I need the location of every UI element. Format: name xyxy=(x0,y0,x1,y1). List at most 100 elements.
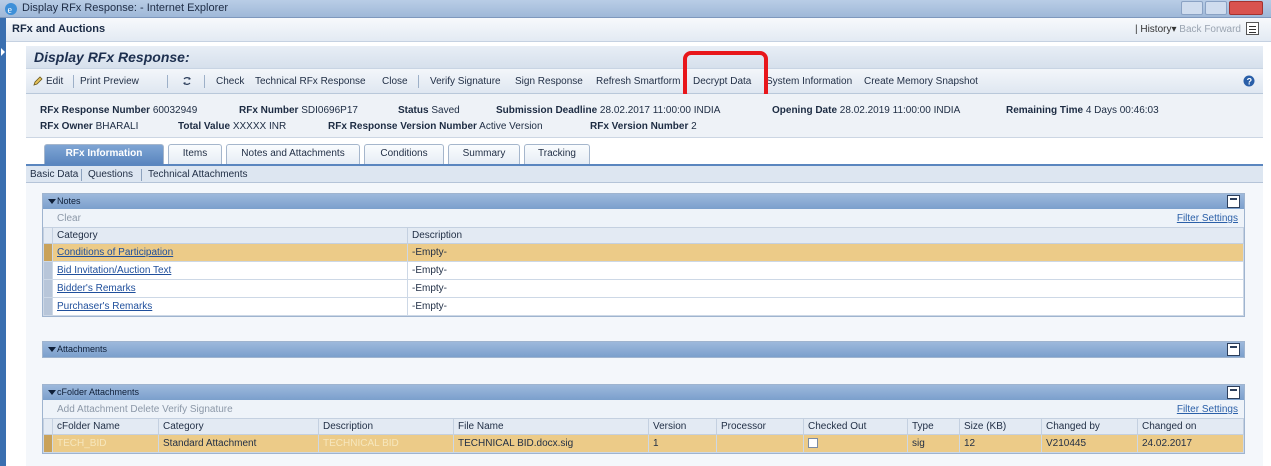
table-row[interactable]: Bidder's Remarks -Empty- xyxy=(43,279,1244,298)
verify-signature-button[interactable]: Verify Signature xyxy=(430,76,501,87)
add-attachment-button[interactable]: Add Attachment xyxy=(57,404,128,415)
attachments-title: Attachments xyxy=(57,344,108,354)
history-nav: | History▾ Back Forward xyxy=(1134,24,1241,35)
settings-link[interactable]: Settings xyxy=(1202,213,1238,224)
tab-summary[interactable]: Summary xyxy=(448,144,520,164)
minimize-tray-icon[interactable] xyxy=(1227,386,1240,399)
subnav-technical-attachments[interactable]: Technical Attachments xyxy=(148,169,248,180)
select-all-cell[interactable] xyxy=(43,227,53,244)
forward-link[interactable]: Forward xyxy=(1204,24,1241,35)
sign-response-button[interactable]: Sign Response xyxy=(515,76,583,87)
left-panel-strip[interactable] xyxy=(0,18,6,466)
tab-notes-and-attachments[interactable]: Notes and Attachments xyxy=(226,144,360,164)
note-category-link[interactable]: Bidder's Remarks xyxy=(57,283,136,294)
notes-tray: Notes Clear Filter Settings Category Des… xyxy=(42,193,1245,317)
collapse-triangle-icon[interactable] xyxy=(48,199,56,204)
note-category-link[interactable]: Bid Invitation/Auction Text xyxy=(57,265,171,276)
maximize-button[interactable] xyxy=(1205,1,1227,15)
cfolder-table: cFolder Name Category Description File N… xyxy=(43,418,1244,453)
filter-link[interactable]: Filter xyxy=(1177,213,1199,224)
expand-arrow-icon[interactable] xyxy=(1,48,5,56)
filter-link[interactable]: Filter xyxy=(1177,404,1199,415)
tab-tracking[interactable]: Tracking xyxy=(524,144,590,164)
history-link[interactable]: History xyxy=(1140,24,1171,35)
attachments-tray-header[interactable]: Attachments xyxy=(43,342,1244,357)
app-title: RFx and Auctions xyxy=(12,23,106,35)
tab-conditions[interactable]: Conditions xyxy=(364,144,444,164)
row-selector[interactable] xyxy=(43,434,53,453)
row-selector[interactable] xyxy=(43,261,53,280)
svg-text:?: ? xyxy=(1247,77,1253,87)
create-memory-snapshot-button[interactable]: Create Memory Snapshot xyxy=(864,76,978,87)
verify-signature-button[interactable]: Verify Signature xyxy=(162,404,233,415)
column-header-checked-out[interactable]: Checked Out xyxy=(803,418,908,435)
column-header-size[interactable]: Size (KB) xyxy=(959,418,1042,435)
column-header-category[interactable]: Category xyxy=(158,418,319,435)
tab-rfx-information[interactable]: RFx Information xyxy=(44,144,164,164)
note-category-link[interactable]: Purchaser's Remarks xyxy=(57,301,152,312)
note-description: -Empty- xyxy=(407,261,1244,280)
column-header-description[interactable]: Description xyxy=(318,418,454,435)
notes-tray-header[interactable]: Notes xyxy=(43,194,1244,209)
note-category-link[interactable]: Conditions of Participation xyxy=(57,247,173,258)
row-selector[interactable] xyxy=(43,279,53,298)
column-header-file-name[interactable]: File Name xyxy=(453,418,649,435)
column-header-changed-by[interactable]: Changed by xyxy=(1041,418,1138,435)
tab-items[interactable]: Items xyxy=(168,144,222,164)
minimize-tray-icon[interactable] xyxy=(1227,195,1240,208)
subnav-questions[interactable]: Questions xyxy=(88,169,133,180)
total-value-field: Total Value XXXXX INR xyxy=(178,121,287,132)
check-button[interactable]: Check xyxy=(216,76,244,87)
column-header-version[interactable]: Version xyxy=(648,418,717,435)
column-header-description[interactable]: Description xyxy=(407,227,1244,244)
row-selector[interactable] xyxy=(43,297,53,316)
minimize-tray-icon[interactable] xyxy=(1227,343,1240,356)
minimize-button[interactable] xyxy=(1181,1,1203,15)
table-row[interactable]: Bid Invitation/Auction Text -Empty- xyxy=(43,261,1244,280)
column-header-type[interactable]: Type xyxy=(907,418,960,435)
subnav-basic-data[interactable]: Basic Data xyxy=(30,169,78,180)
collapse-triangle-icon[interactable] xyxy=(48,390,56,395)
delete-button[interactable]: Delete xyxy=(130,404,159,415)
clear-button[interactable]: Clear xyxy=(57,213,81,224)
cfolder-tray-header[interactable]: cFolder Attachments xyxy=(43,385,1244,400)
print-preview-button[interactable]: Print Preview xyxy=(80,76,139,87)
system-information-button[interactable]: System Information xyxy=(766,76,852,87)
opening-date-field: Opening Date 28.02.2019 11:00:00 INDIA xyxy=(772,105,961,116)
table-row[interactable]: Purchaser's Remarks -Empty- xyxy=(43,297,1244,316)
column-header-cfolder-name[interactable]: cFolder Name xyxy=(52,418,159,435)
menu-icon[interactable] xyxy=(1246,22,1259,35)
column-header-changed-on[interactable]: Changed on xyxy=(1137,418,1244,435)
column-header-processor[interactable]: Processor xyxy=(716,418,804,435)
column-header-category[interactable]: Category xyxy=(52,227,408,244)
cfolder-attachments-tray: cFolder Attachments Add Attachment Delet… xyxy=(42,384,1245,454)
pencil-icon[interactable] xyxy=(32,75,44,87)
technical-rfx-response-button[interactable]: Technical RFx Response xyxy=(255,76,366,87)
rfx-owner-field: RFx Owner BHARALI xyxy=(40,121,139,132)
close-button[interactable]: Close xyxy=(382,76,408,87)
cfolder-toolbar: Add Attachment Delete Verify Signature F… xyxy=(43,400,1244,418)
select-all-cell[interactable] xyxy=(43,418,53,435)
back-link[interactable]: Back xyxy=(1179,24,1201,35)
window-titlebar: e Display RFx Response: - Internet Explo… xyxy=(0,0,1271,18)
help-icon[interactable]: ? xyxy=(1243,74,1257,88)
file-name-cell[interactable]: TECHNICAL BID.docx.sig xyxy=(453,434,649,453)
processor-cell xyxy=(716,434,804,453)
edit-button[interactable]: Edit xyxy=(46,76,63,87)
note-description: -Empty- xyxy=(407,243,1244,262)
table-row[interactable]: TECH_BID Standard Attachment TECHNICAL B… xyxy=(43,434,1244,453)
table-row[interactable]: Conditions of Participation -Empty- xyxy=(43,243,1244,262)
rfx-response-number-field: RFx Response Number 60032949 xyxy=(40,105,198,116)
close-window-button[interactable] xyxy=(1229,1,1263,15)
category-cell: Standard Attachment xyxy=(158,434,319,453)
row-selector[interactable] xyxy=(43,243,53,262)
cfolder-filter-settings: Filter Settings xyxy=(1177,404,1238,415)
window-controls xyxy=(1181,1,1263,15)
notes-title: Notes xyxy=(57,196,81,206)
rfx-version-number-field: RFx Version Number 2 xyxy=(590,121,697,132)
checked-out-checkbox[interactable] xyxy=(808,438,818,449)
refresh-smartform-button[interactable]: Refresh Smartform xyxy=(596,76,680,87)
collapse-triangle-icon[interactable] xyxy=(48,347,56,352)
settings-link[interactable]: Settings xyxy=(1202,404,1238,415)
refresh-icon[interactable] xyxy=(181,75,193,87)
